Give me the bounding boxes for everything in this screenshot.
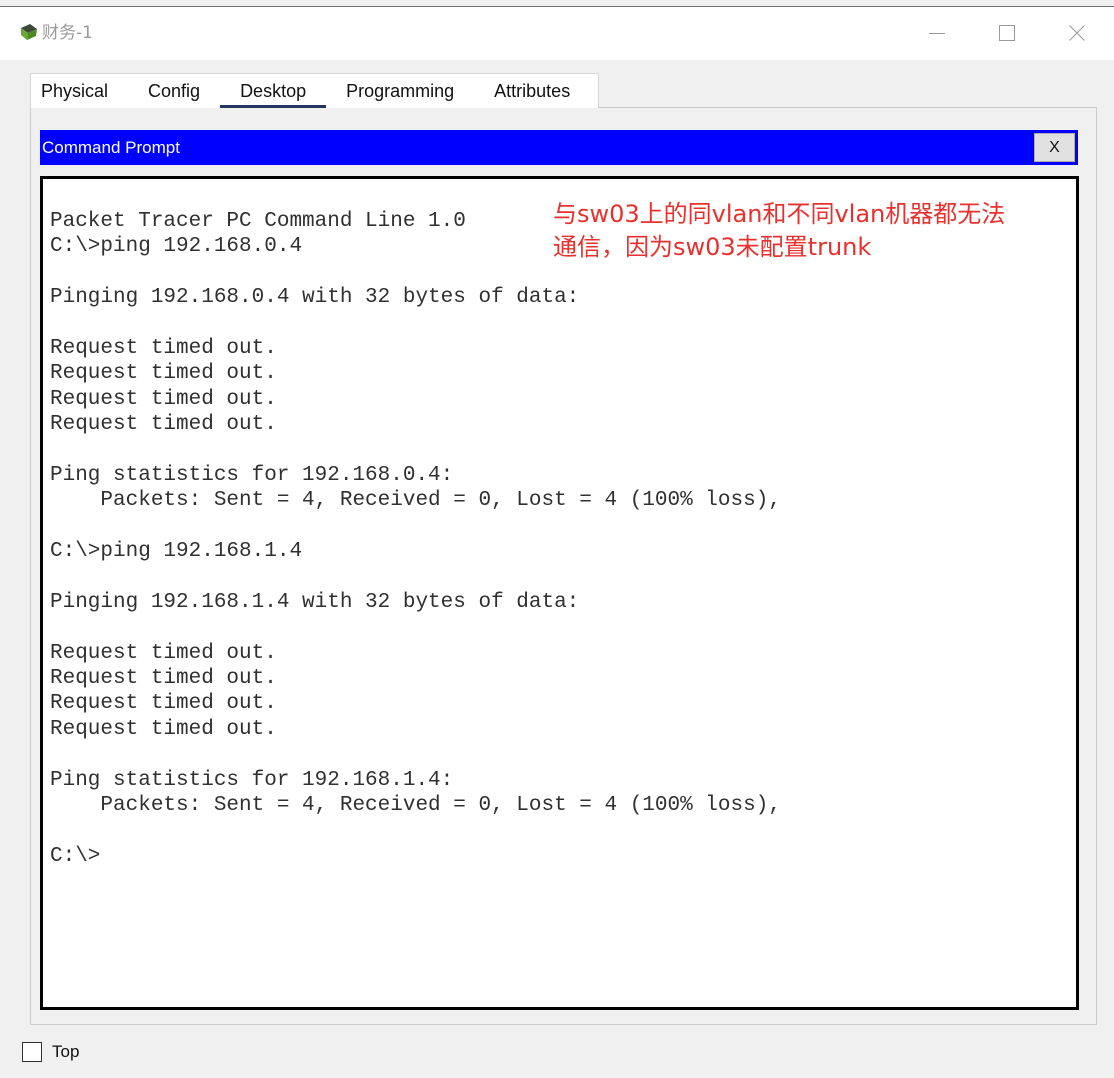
annotation-line: 通信，因为sw03未配置trunk [553, 233, 872, 261]
terminal-line: Packets: Sent = 4, Received = 0, Lost = … [50, 489, 781, 513]
terminal-line: Request timed out. [50, 387, 277, 411]
minimize-icon [929, 25, 945, 41]
red-annotation: 与sw03上的同vlan和不同vlan机器都无法 通信，因为sw03未配置tru… [553, 198, 1005, 264]
terminal-line: Request timed out. [50, 667, 277, 691]
top-checkbox-label: Top [52, 1042, 80, 1061]
window-title: 财务-1 [42, 23, 93, 43]
command-prompt-header: Command Prompt X [40, 130, 1078, 165]
title-bar[interactable]: 财务-1 [0, 7, 1114, 60]
tab-config[interactable]: Config [128, 74, 220, 108]
tab-programming[interactable]: Programming [326, 74, 474, 108]
tab-bar: Physical Config Desktop Programming Attr… [30, 73, 600, 108]
terminal-line: Pinging 192.168.0.4 with 32 bytes of dat… [50, 286, 580, 310]
maximize-icon [999, 25, 1015, 41]
tab-desktop[interactable]: Desktop [220, 74, 327, 108]
terminal-line: Ping statistics for 192.168.0.4: [50, 463, 454, 487]
terminal-line: Pinging 192.168.1.4 with 32 bytes of dat… [50, 590, 580, 614]
annotation-line: 与sw03上的同vlan和不同vlan机器都无法 [553, 200, 1006, 228]
terminal-line: Request timed out. [50, 413, 277, 437]
terminal-line: Request timed out. [50, 641, 277, 665]
desktop-panel: Command Prompt X Packet Tracer PC Comman… [30, 107, 1097, 1025]
minimize-button[interactable] [914, 7, 960, 59]
packet-tracer-pc-icon [18, 21, 40, 43]
device-window: 财务-1 Physical Config Desktop Programming… [0, 0, 1114, 1078]
tab-physical[interactable]: Physical [31, 74, 128, 108]
terminal-line: Request timed out. [50, 717, 277, 741]
top-checkbox-row[interactable]: Top [22, 1042, 79, 1062]
terminal-line: Request timed out. [50, 362, 277, 386]
command-prompt-title: Command Prompt [42, 138, 180, 157]
maximize-button[interactable] [984, 7, 1030, 59]
terminal-line: C:\>ping 192.168.1.4 [50, 540, 303, 564]
terminal-line: Request timed out. [50, 692, 277, 716]
terminal-output[interactable]: Packet Tracer PC Command Line 1.0 C:\>pi… [40, 176, 1079, 1010]
close-icon [1069, 25, 1085, 41]
terminal-prompt-line: C:\> [50, 844, 101, 868]
terminal-line: Packets: Sent = 4, Received = 0, Lost = … [50, 793, 781, 817]
tab-attributes[interactable]: Attributes [474, 74, 590, 108]
close-button[interactable] [1054, 7, 1100, 59]
terminal-line: Request timed out. [50, 336, 277, 360]
command-prompt-close-button[interactable]: X [1034, 133, 1075, 162]
top-checkbox[interactable] [22, 1042, 42, 1062]
terminal-line: Ping statistics for 192.168.1.4: [50, 768, 454, 792]
